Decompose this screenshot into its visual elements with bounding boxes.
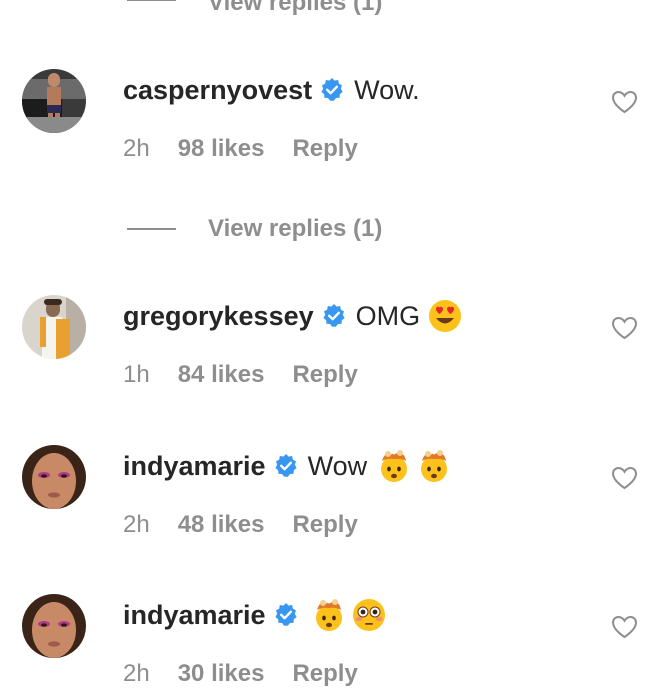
heart-eyes-emoji bbox=[429, 300, 462, 332]
comment-text: OMG bbox=[355, 300, 421, 331]
exploding-head-emoji bbox=[315, 598, 342, 631]
view-replies-divider bbox=[127, 0, 176, 1]
comment-username[interactable]: indyamarie bbox=[123, 600, 266, 631]
heart-outline-icon[interactable] bbox=[611, 316, 638, 340]
avatar[interactable] bbox=[22, 295, 86, 359]
verified-badge-icon bbox=[323, 304, 345, 327]
comment-text: Wow. bbox=[354, 74, 420, 105]
comment-likes-count[interactable]: 48 likes bbox=[178, 511, 265, 539]
comment-likes-count[interactable]: 98 likes bbox=[178, 135, 265, 163]
flushed-emoji bbox=[352, 599, 385, 631]
verified-badge-icon bbox=[274, 454, 297, 477]
view-replies-divider bbox=[127, 228, 176, 230]
exploding-head-emoji bbox=[381, 449, 408, 482]
comment-text: Wow bbox=[307, 450, 368, 481]
comment-item: caspernyovest Wow. 2h 98 likes Reply bbox=[0, 69, 660, 169]
reply-button[interactable]: Reply bbox=[292, 135, 357, 163]
heart-outline-icon[interactable] bbox=[611, 90, 638, 114]
reply-button[interactable]: Reply bbox=[292, 511, 357, 539]
avatar[interactable] bbox=[22, 594, 86, 658]
exploding-head-emoji bbox=[421, 449, 448, 482]
comment-username[interactable]: gregorykessey bbox=[123, 301, 314, 332]
heart-outline-icon[interactable] bbox=[611, 615, 638, 639]
heart-outline-icon[interactable] bbox=[611, 466, 638, 490]
comment-timestamp: 1h bbox=[123, 361, 150, 388]
avatar[interactable] bbox=[22, 445, 86, 509]
comment-username[interactable]: indyamarie bbox=[123, 451, 266, 482]
reply-button[interactable]: Reply bbox=[292, 361, 357, 389]
comment-likes-count[interactable]: 84 likes bbox=[178, 361, 265, 389]
comment-timestamp: 2h bbox=[123, 511, 150, 538]
comment-item: gregorykessey OMG 1h 84 likes Reply bbox=[0, 295, 660, 395]
comment-item: indyamarie 2h 30 likes Reply bbox=[0, 594, 660, 694]
comment-item: indyamarie Wow 2h 48 likes Reply bbox=[0, 445, 660, 545]
verified-badge-icon bbox=[274, 603, 297, 626]
verified-badge-icon bbox=[321, 78, 343, 101]
avatar[interactable] bbox=[22, 69, 86, 133]
comment-timestamp: 2h bbox=[123, 135, 150, 162]
view-replies-link[interactable]: View replies (1) bbox=[208, 0, 382, 17]
view-replies-link[interactable]: View replies (1) bbox=[208, 215, 382, 243]
comment-username[interactable]: caspernyovest bbox=[123, 75, 312, 106]
